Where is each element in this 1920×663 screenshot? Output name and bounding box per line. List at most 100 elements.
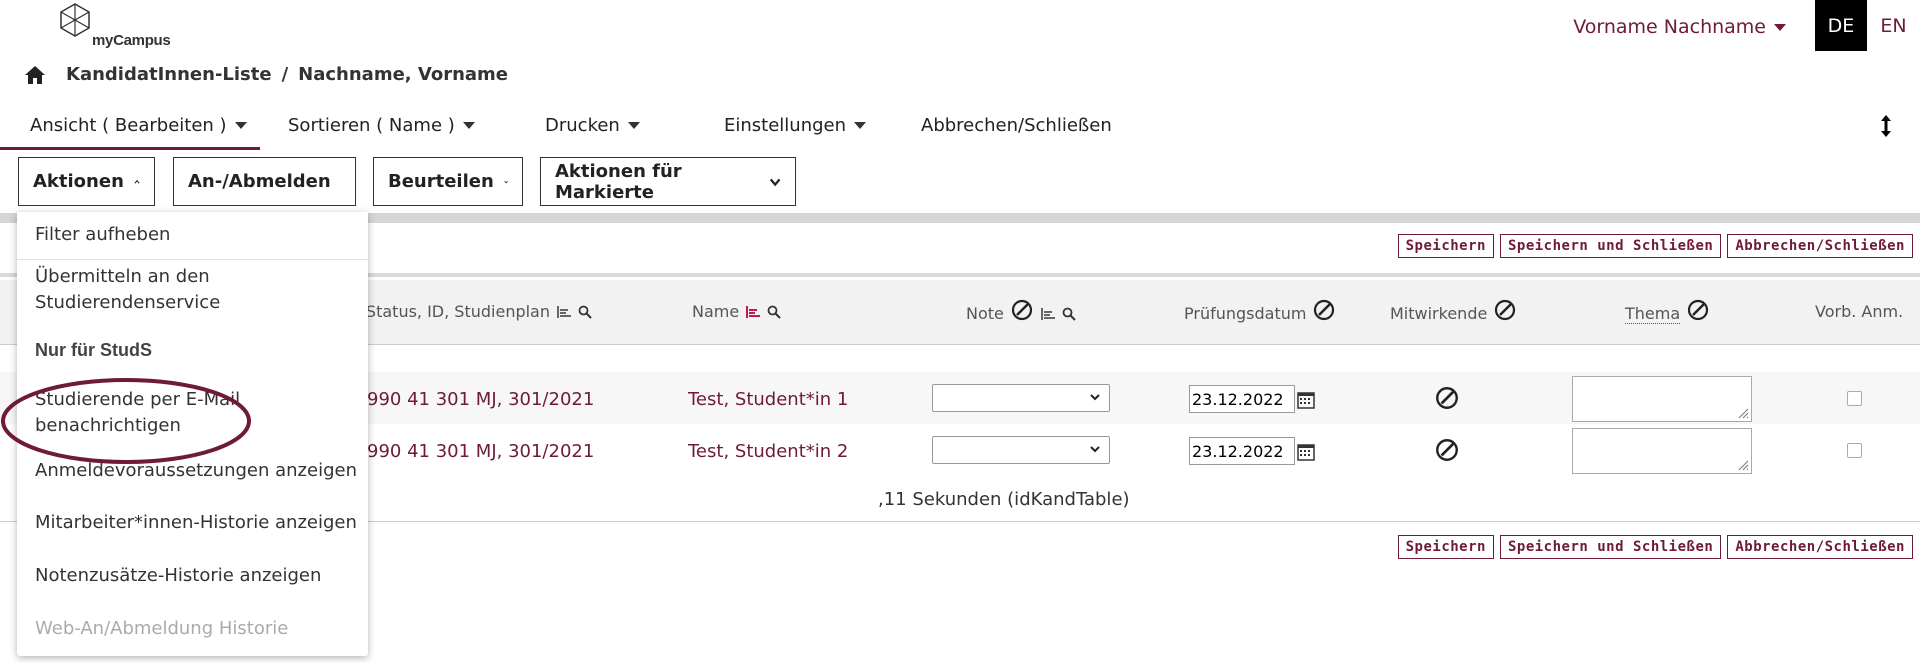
search-icon[interactable] [578,305,592,319]
search-icon[interactable] [767,305,781,319]
note-select[interactable] [932,384,1110,412]
edit-column-icon[interactable] [1312,298,1336,322]
edit-column-icon[interactable] [1010,298,1034,322]
th-name: Name [692,302,781,321]
resize-vertical-icon[interactable] [1880,115,1892,143]
note-select[interactable] [932,436,1110,464]
menu-divider [17,259,368,260]
mycampus-logo[interactable]: myCampus [58,2,178,50]
save-close-button[interactable]: Speichern und Schließen [1499,535,1722,559]
nav-print-label: Drucken [545,115,620,136]
chevron-down-icon [769,178,781,186]
calendar-icon[interactable] [1296,442,1316,462]
save-buttons-top: Speichern Speichern und Schließen Abbrec… [1397,234,1913,258]
beurteilen-label: Beurteilen [388,171,494,192]
aktionen-markierte-button[interactable]: Aktionen für Markierte [540,157,796,206]
date-input[interactable]: 23.12.2022 [1189,437,1295,465]
chevron-down-icon [1090,394,1100,401]
edit-mitwirkende-icon[interactable] [1434,437,1460,463]
nav-view-menu[interactable]: Ansicht ( Bearbeiten ) [30,115,247,136]
highlight-ring [1,378,251,464]
menu-item-uebermitteln[interactable]: Übermitteln an den Studierendenservice [35,264,220,316]
th-thema-label[interactable]: Thema [1625,304,1681,324]
row-status[interactable]: 990 41 301 MJ, 301/2021 [367,389,594,410]
resize-grip-icon[interactable] [1737,407,1749,419]
thema-textarea[interactable] [1572,376,1752,422]
cancel-close-button[interactable]: Abbrechen/Schließen [1727,234,1913,258]
nav-settings-label: Einstellungen [724,115,847,136]
vorb-checkbox[interactable] [1847,443,1862,458]
save-button[interactable]: Speichern [1397,535,1494,559]
edit-column-icon[interactable] [1686,298,1710,322]
logo-text: myCampus [92,32,171,49]
cube-logo-icon [60,3,90,37]
menu-item-notenzusaetze-historie[interactable]: Notenzusätze-Historie anzeigen [35,563,321,589]
th-mitwirkende-label: Mitwirkende [1390,304,1488,323]
nav-view-label: Ansicht ( Bearbeiten ) [30,115,227,136]
active-tab-underline [0,147,260,150]
user-menu[interactable]: Vorname Nachname [1573,16,1786,38]
th-status: d-Status, ID, Studienplan [350,302,592,321]
lang-en-button[interactable]: EN [1867,0,1920,51]
th-note: Note [966,296,1076,323]
chevron-up-icon [134,179,140,184]
resize-grip-icon[interactable] [1737,459,1749,471]
th-thema: Thema [1625,296,1710,324]
an-abmelden-label: An-/Abmelden [188,171,331,192]
row-name[interactable]: Test, Student*in 2 [688,441,848,462]
edit-mitwirkende-icon[interactable] [1434,385,1460,411]
user-name: Vorname Nachname [1573,16,1766,38]
home-icon[interactable] [24,65,46,85]
table-timing-text: ,11 Sekunden (idKandTable) [878,489,1130,510]
edit-column-icon[interactable] [1493,298,1517,322]
sort-icon[interactable] [1040,307,1056,321]
th-date-label: Prüfungsdatum [1184,304,1307,323]
row-name[interactable]: Test, Student*in 1 [688,389,848,410]
caret-down-icon [462,122,475,129]
caret-down-icon [234,122,247,129]
breadcrumb-parent-link[interactable]: KandidatInnen-Liste [66,64,272,85]
aktionen-button[interactable]: Aktionen [18,157,155,206]
sort-active-icon[interactable] [745,305,761,319]
breadcrumb-current: Nachname, Vorname [298,64,509,85]
menu-item-uebermitteln-line1: Übermitteln an den [35,266,210,287]
thema-textarea[interactable] [1572,428,1752,474]
vorb-checkbox[interactable] [1847,391,1862,406]
search-icon[interactable] [1062,307,1076,321]
chevron-down-icon [1090,446,1100,453]
th-vorb-label: Vorb. Anm. [1815,302,1904,321]
nav-cancel-close[interactable]: Abbrechen/Schließen [921,115,1112,136]
menu-item-uebermitteln-line2: Studierendenservice [35,292,221,313]
date-input[interactable]: 23.12.2022 [1189,385,1295,413]
nav-settings-menu[interactable]: Einstellungen [724,115,867,136]
save-button[interactable]: Speichern [1397,234,1494,258]
nav-sort-menu[interactable]: Sortieren ( Name ) [288,115,475,136]
cancel-close-button[interactable]: Abbrechen/Schließen [1727,535,1913,559]
menu-item-mitarbeiter-historie[interactable]: Mitarbeiter*innen-Historie anzeigen [35,510,357,536]
nav-sort-label: Sortieren ( Name ) [288,115,455,136]
an-abmelden-button[interactable]: An-/Abmelden [173,157,356,206]
calendar-icon[interactable] [1296,390,1316,410]
menu-section-nur-fuer-studs: Nur für StudS [35,340,152,360]
th-note-label: Note [966,304,1004,323]
lang-de-button[interactable]: DE [1815,0,1867,51]
caret-down-icon [627,122,640,129]
menu-item-filter-aufheben[interactable]: Filter aufheben [35,222,170,248]
aktionen-markierte-label: Aktionen für Markierte [555,160,682,203]
breadcrumb: KandidatInnen-Liste / Nachname, Vorname [24,64,508,85]
th-name-label: Name [692,302,740,321]
th-vorb: Vorb. Anm. [1815,302,1903,321]
th-status-label: d-Status, ID, Studienplan [350,302,550,321]
nav-cancel-close-label: Abbrechen/Schließen [921,115,1112,136]
th-date: Prüfungsdatum [1184,296,1336,323]
nav-print-menu[interactable]: Drucken [545,115,640,136]
sort-icon[interactable] [556,305,572,319]
beurteilen-button[interactable]: Beurteilen [373,157,523,206]
aktionen-label: Aktionen [33,171,124,192]
caret-down-icon [854,122,867,129]
row-status[interactable]: 990 41 301 MJ, 301/2021 [367,441,594,462]
chevron-down-icon [504,180,508,183]
caret-down-icon [1774,23,1786,31]
save-close-button[interactable]: Speichern und Schließen [1499,234,1722,258]
breadcrumb-separator: / [281,64,289,85]
